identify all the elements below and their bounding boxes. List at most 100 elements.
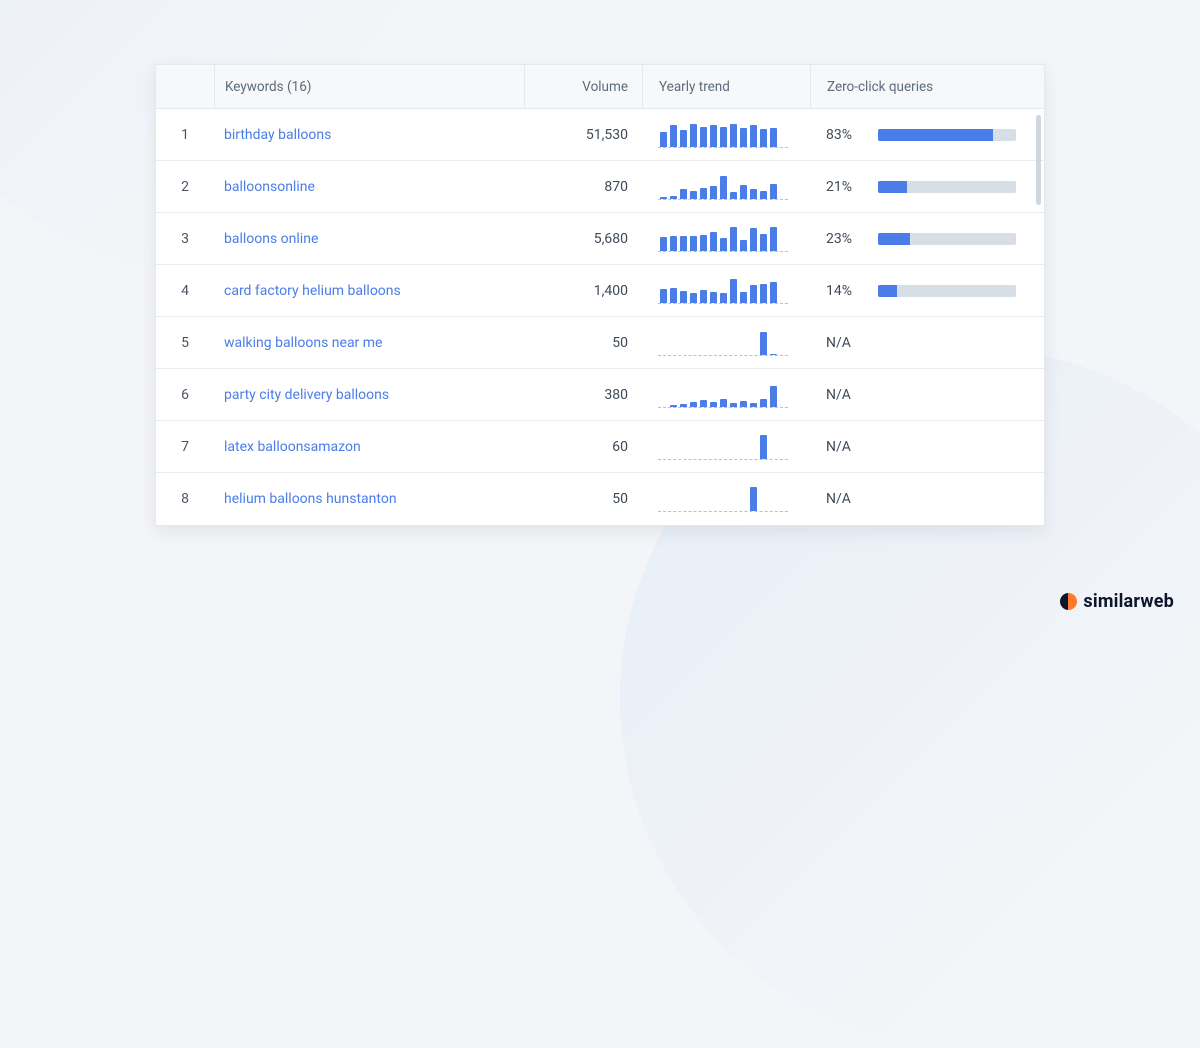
keyword-cell: balloons online [214, 231, 524, 247]
spark-bar [720, 293, 727, 303]
zero-click-wrap: N/A [826, 335, 851, 351]
keyword-link[interactable]: helium balloons hunstanton [224, 491, 397, 507]
volume-cell: 870 [524, 179, 642, 195]
spark-bar [740, 128, 747, 147]
spark-bar [770, 354, 777, 355]
trend-cell [642, 382, 810, 408]
spark-bar [710, 402, 717, 407]
trend-cell [642, 226, 810, 252]
keyword-link[interactable]: balloons online [224, 231, 318, 247]
volume-cell: 50 [524, 335, 642, 351]
column-header-yearly-trend[interactable]: Yearly trend [642, 65, 810, 108]
spark-bar [680, 236, 687, 251]
spark-bar [690, 236, 697, 251]
column-header-zero-click[interactable]: Zero-click queries [810, 65, 1036, 108]
column-header-rank [156, 65, 214, 108]
zero-click-bar-fill [878, 181, 907, 193]
keyword-link[interactable]: latex balloonsamazon [224, 439, 361, 455]
rank-cell: 5 [156, 335, 214, 351]
spark-bar [760, 399, 767, 407]
zero-click-wrap: 23% [826, 231, 1016, 247]
zero-click-percent: 21% [826, 179, 866, 195]
scrollbar-thumb[interactable] [1036, 115, 1041, 205]
zero-click-wrap: N/A [826, 439, 851, 455]
column-header-label: Zero-click queries [827, 79, 933, 95]
spark-bar [750, 285, 757, 303]
table-row: 7 latex balloonsamazon 60 N/A [156, 421, 1044, 473]
spark-bar [680, 189, 687, 199]
rank-cell: 6 [156, 387, 214, 403]
volume-cell: 60 [524, 439, 642, 455]
spark-bar [760, 284, 767, 303]
keyword-cell: birthday balloons [214, 127, 524, 143]
spark-bar [680, 404, 687, 407]
table-row: 1birthday balloons51,53083% [156, 109, 1044, 161]
trend-sparkline [658, 174, 788, 200]
spark-bar [770, 282, 777, 303]
rank-cell: 7 [156, 439, 214, 455]
spark-bar [730, 124, 737, 147]
zero-click-bar [878, 129, 1016, 141]
zero-click-percent: 14% [826, 283, 866, 299]
spark-bar [720, 127, 727, 147]
trend-cell [642, 174, 810, 200]
spark-bar [760, 129, 767, 147]
keyword-link[interactable]: balloonsonline [224, 179, 315, 195]
zero-click-na: N/A [826, 335, 851, 351]
table-row: 3 balloons online 5,680 23% [156, 213, 1044, 265]
zero-click-bar-fill [878, 233, 910, 245]
spark-bar [770, 386, 777, 407]
column-header-label: Volume [582, 79, 628, 95]
trend-cell [642, 122, 810, 148]
volume-cell: 5,680 [524, 231, 642, 247]
vertical-scrollbar[interactable] [1036, 115, 1041, 519]
column-header-label: Keywords (16) [225, 79, 311, 95]
column-header-keywords[interactable]: Keywords (16) [214, 65, 524, 108]
zero-click-cell: N/A [810, 335, 1036, 351]
trend-sparkline [658, 486, 788, 512]
spark-bar [680, 130, 687, 146]
spark-bar [770, 128, 777, 147]
spark-bar [700, 127, 707, 147]
spark-bar [720, 238, 727, 251]
trend-cell [642, 330, 810, 356]
table-row: 2 balloonsonline 870 21% [156, 161, 1044, 213]
table-body: 1birthday balloons51,53083%2balloonsonli… [156, 109, 1044, 525]
spark-bar [710, 125, 717, 147]
table-row: 8helium balloons hunstanton50N/A [156, 473, 1044, 525]
zero-click-cell: 14% [810, 283, 1036, 299]
spark-bar [730, 227, 737, 251]
keyword-link[interactable]: birthday balloons [224, 127, 331, 143]
spark-bar [740, 401, 747, 407]
rank-cell: 2 [156, 179, 214, 195]
spark-bar [760, 191, 767, 199]
spark-bar [700, 400, 707, 407]
spark-bar [730, 279, 737, 303]
spark-bar [690, 191, 697, 199]
trend-sparkline [658, 122, 788, 148]
keyword-link[interactable]: party city delivery balloons [224, 387, 389, 403]
keyword-link[interactable]: card factory helium balloons [224, 283, 401, 299]
spark-bar [660, 237, 667, 251]
zero-click-cell: N/A [810, 439, 1036, 455]
brand-badge: similarweb [1060, 591, 1174, 612]
spark-bar [670, 125, 677, 146]
trend-cell [642, 434, 810, 460]
rank-cell: 4 [156, 283, 214, 299]
rank-cell: 3 [156, 231, 214, 247]
column-header-volume[interactable]: Volume [524, 65, 642, 108]
volume-cell: 51,530 [524, 127, 642, 143]
volume-cell: 380 [524, 387, 642, 403]
zero-click-cell: 21% [810, 179, 1036, 195]
keyword-cell: card factory helium balloons [214, 283, 524, 299]
zero-click-bar-fill [878, 285, 897, 297]
spark-bar [760, 435, 767, 459]
similarweb-logo-icon [1060, 593, 1077, 610]
trend-sparkline [658, 330, 788, 356]
trend-sparkline [658, 434, 788, 460]
trend-cell [642, 278, 810, 304]
spark-bar [700, 235, 707, 251]
trend-sparkline [658, 226, 788, 252]
keyword-link[interactable]: walking balloons near me [224, 335, 382, 351]
spark-bar [690, 293, 697, 303]
